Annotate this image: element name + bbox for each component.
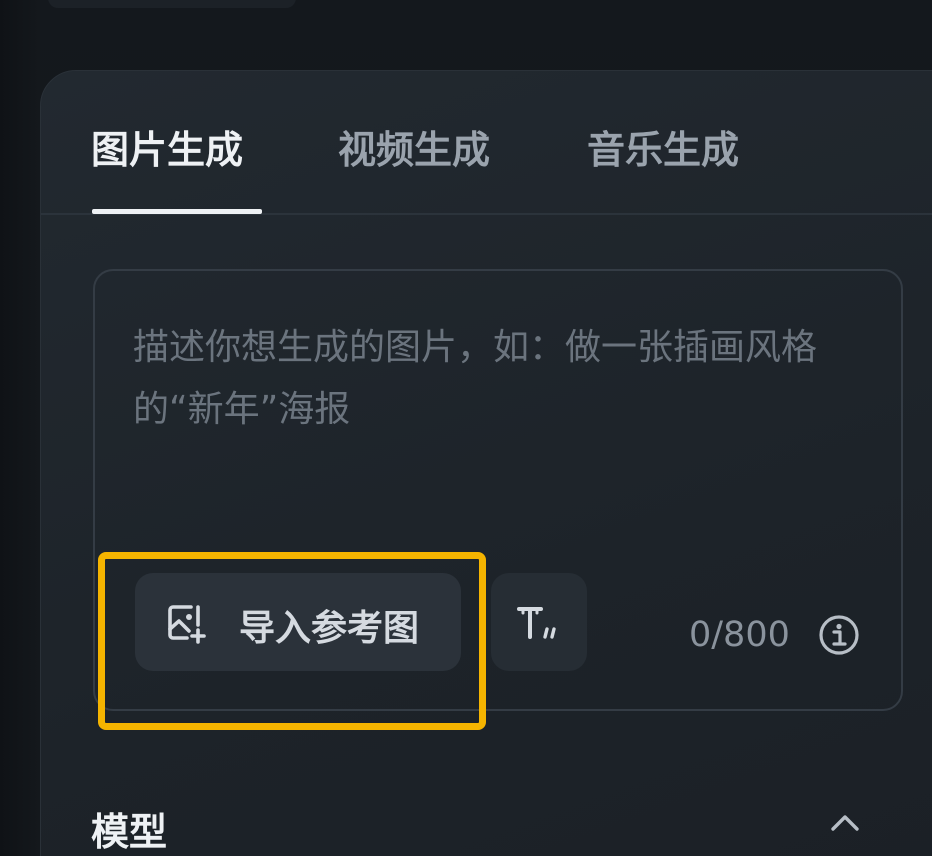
- page: 图片生成 视频生成 音乐生成 导入参考图: [0, 0, 932, 856]
- generation-panel: 图片生成 视频生成 音乐生成 导入参考图: [40, 70, 932, 856]
- image-add-icon: [168, 605, 206, 644]
- tab-music-generation[interactable]: 音乐生成: [587, 119, 739, 174]
- tab-bar: 图片生成 视频生成 音乐生成: [41, 71, 932, 215]
- text-style-button[interactable]: [491, 573, 587, 671]
- prompt-container: 导入参考图 0/800: [93, 269, 903, 711]
- import-reference-image-label: 导入参考图: [239, 608, 420, 649]
- text-style-icon: [517, 607, 556, 639]
- import-reference-image-button[interactable]: 导入参考图: [135, 573, 461, 671]
- left-sidebar-edge: [0, 0, 40, 856]
- top-element: [48, 0, 296, 8]
- info-icon[interactable]: [817, 613, 861, 657]
- tab-image-generation[interactable]: 图片生成: [91, 119, 243, 174]
- model-section-title: 模型: [91, 810, 168, 854]
- prompt-input[interactable]: [133, 317, 853, 457]
- active-tab-indicator: [92, 209, 262, 214]
- tab-video-generation[interactable]: 视频生成: [338, 119, 490, 174]
- chevron-up-icon[interactable]: [829, 813, 861, 833]
- character-counter: 0/800: [689, 615, 790, 655]
